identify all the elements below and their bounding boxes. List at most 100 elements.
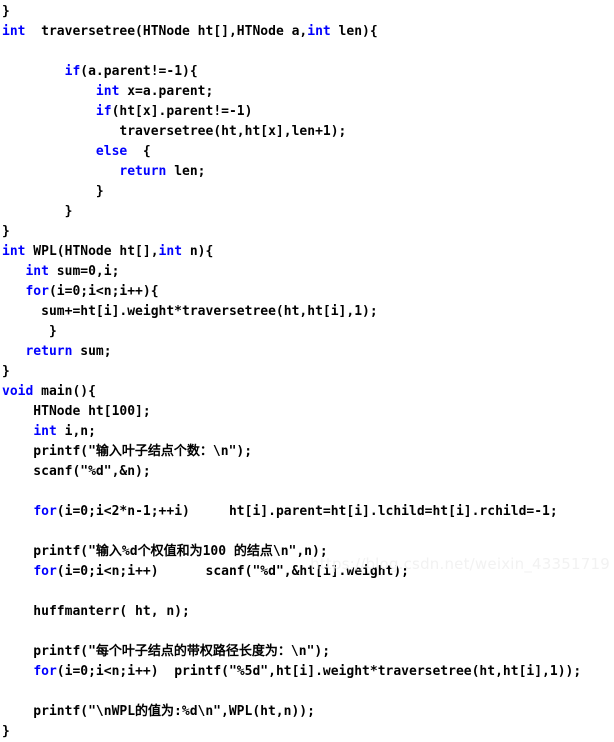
code-line: huffmanterr( ht, n); bbox=[0, 602, 614, 622]
code-line: } bbox=[0, 2, 614, 22]
code-text: sum=0,i; bbox=[48, 264, 120, 279]
code-line: } bbox=[0, 222, 614, 242]
code-line-list: } int traversetree(HTNode ht[],HTNode a,i… bbox=[0, 2, 614, 742]
code-line: for(i=0;i<n;i++){ bbox=[0, 282, 614, 302]
code-text: } bbox=[2, 204, 73, 219]
code-keyword: int bbox=[25, 264, 49, 279]
code-text: n){ bbox=[182, 244, 214, 259]
code-text: huffmanterr( ht, n); bbox=[2, 604, 190, 619]
code-line: for(i=0;i<2*n-1;++i) ht[i].parent=ht[i].… bbox=[0, 502, 614, 522]
code-text: HTNode ht[100]; bbox=[2, 404, 151, 419]
code-line: void main(){ bbox=[0, 382, 614, 402]
code-line: for(i=0;i<n;i++) scanf("%d",&ht[i].weigh… bbox=[0, 562, 614, 582]
code-line: scanf("%d",&n); bbox=[0, 462, 614, 482]
code-text: (i=0;i<n;i++) printf("%5d",ht[i].weight*… bbox=[56, 664, 582, 679]
code-line: if(a.parent!=-1){ bbox=[0, 62, 614, 82]
code-line: int traversetree(HTNode ht[],HTNode a,in… bbox=[0, 22, 614, 42]
code-line: for(i=0;i<n;i++) printf("%5d",ht[i].weig… bbox=[0, 662, 614, 682]
code-keyword: else bbox=[95, 144, 128, 159]
code-text: printf("\nWPL的值为:%d\n",WPL(ht,n)); bbox=[2, 704, 315, 719]
code-keyword: for bbox=[33, 664, 57, 679]
code-text: { bbox=[127, 144, 151, 159]
code-text: printf("输入叶子结点个数：\n"); bbox=[2, 444, 253, 459]
code-text: (i=0;i<n;i++) scanf("%d",&ht[i].weight); bbox=[56, 564, 409, 579]
code-keyword: for bbox=[33, 504, 57, 519]
code-keyword: int bbox=[158, 244, 183, 259]
code-line: if(ht[x].parent!=-1) bbox=[0, 102, 614, 122]
code-line: int x=a.parent; bbox=[0, 82, 614, 102]
code-keyword: int bbox=[33, 424, 57, 439]
code-keyword: void bbox=[2, 384, 34, 399]
code-text: } bbox=[2, 324, 57, 339]
code-keyword: int bbox=[2, 244, 26, 259]
code-text: sum+=ht[i].weight*traversetree(ht,ht[i],… bbox=[2, 304, 378, 319]
code-text: } bbox=[2, 224, 10, 239]
code-text: } bbox=[2, 184, 104, 199]
code-keyword: for bbox=[33, 564, 57, 579]
code-text: printf("输入%d个权值和为100 的结点\n",n); bbox=[2, 544, 328, 559]
code-line: return len; bbox=[0, 162, 614, 182]
code-line: } bbox=[0, 322, 614, 342]
code-text: x=a.parent; bbox=[119, 84, 214, 99]
code-keyword: int bbox=[95, 84, 120, 99]
code-line: else { bbox=[0, 142, 614, 162]
code-text: sum; bbox=[72, 344, 112, 359]
code-text: } bbox=[2, 724, 10, 739]
code-text: } bbox=[2, 364, 10, 379]
code-text: } bbox=[2, 4, 10, 19]
code-line: int WPL(HTNode ht[],int n){ bbox=[0, 242, 614, 262]
code-keyword: int bbox=[2, 24, 26, 39]
code-line: } bbox=[0, 182, 614, 202]
code-viewer[interactable]: } int traversetree(HTNode ht[],HTNode a,i… bbox=[0, 0, 614, 739]
code-line: printf("输入%d个权值和为100 的结点\n",n); bbox=[0, 542, 614, 562]
code-text: (a.parent!=-1){ bbox=[80, 64, 198, 79]
code-text: (i=0;i<2*n-1;++i) ht[i].parent=ht[i].lch… bbox=[56, 504, 558, 519]
code-text: scanf("%d",&n); bbox=[2, 464, 151, 479]
code-line: } bbox=[0, 202, 614, 222]
code-line: return sum; bbox=[0, 342, 614, 362]
code-line: printf("每个叶子结点的带权路径长度为：\n"); bbox=[0, 642, 614, 662]
code-text: (i=0;i<n;i++){ bbox=[48, 284, 159, 299]
code-keyword: if bbox=[95, 104, 112, 119]
code-text: i,n; bbox=[56, 424, 96, 439]
code-text: len; bbox=[166, 164, 206, 179]
code-text: printf("每个叶子结点的带权路径长度为：\n"); bbox=[2, 644, 331, 659]
code-keyword: return bbox=[25, 344, 73, 359]
code-keyword: if bbox=[64, 64, 81, 79]
code-keyword: int bbox=[307, 24, 331, 39]
code-line: int i,n; bbox=[0, 422, 614, 442]
code-line: } bbox=[0, 362, 614, 382]
code-line: printf("\nWPL的值为:%d\n",WPL(ht,n)); bbox=[0, 702, 614, 722]
code-line: sum+=ht[i].weight*traversetree(ht,ht[i],… bbox=[0, 302, 614, 322]
code-text: WPL(HTNode ht[], bbox=[25, 244, 159, 259]
code-text: main(){ bbox=[33, 384, 96, 399]
code-line: } bbox=[0, 722, 614, 742]
code-keyword: for bbox=[25, 284, 49, 299]
code-line: HTNode ht[100]; bbox=[0, 402, 614, 422]
code-text: len){ bbox=[330, 24, 378, 39]
code-text: traversetree(ht,ht[x],len+1); bbox=[2, 124, 347, 139]
code-line: traversetree(ht,ht[x],len+1); bbox=[0, 122, 614, 142]
code-text: (ht[x].parent!=-1) bbox=[111, 104, 253, 119]
code-text: traversetree(HTNode ht[],HTNode a, bbox=[25, 24, 308, 39]
code-line: int sum=0,i; bbox=[0, 262, 614, 282]
code-keyword: return bbox=[119, 164, 167, 179]
